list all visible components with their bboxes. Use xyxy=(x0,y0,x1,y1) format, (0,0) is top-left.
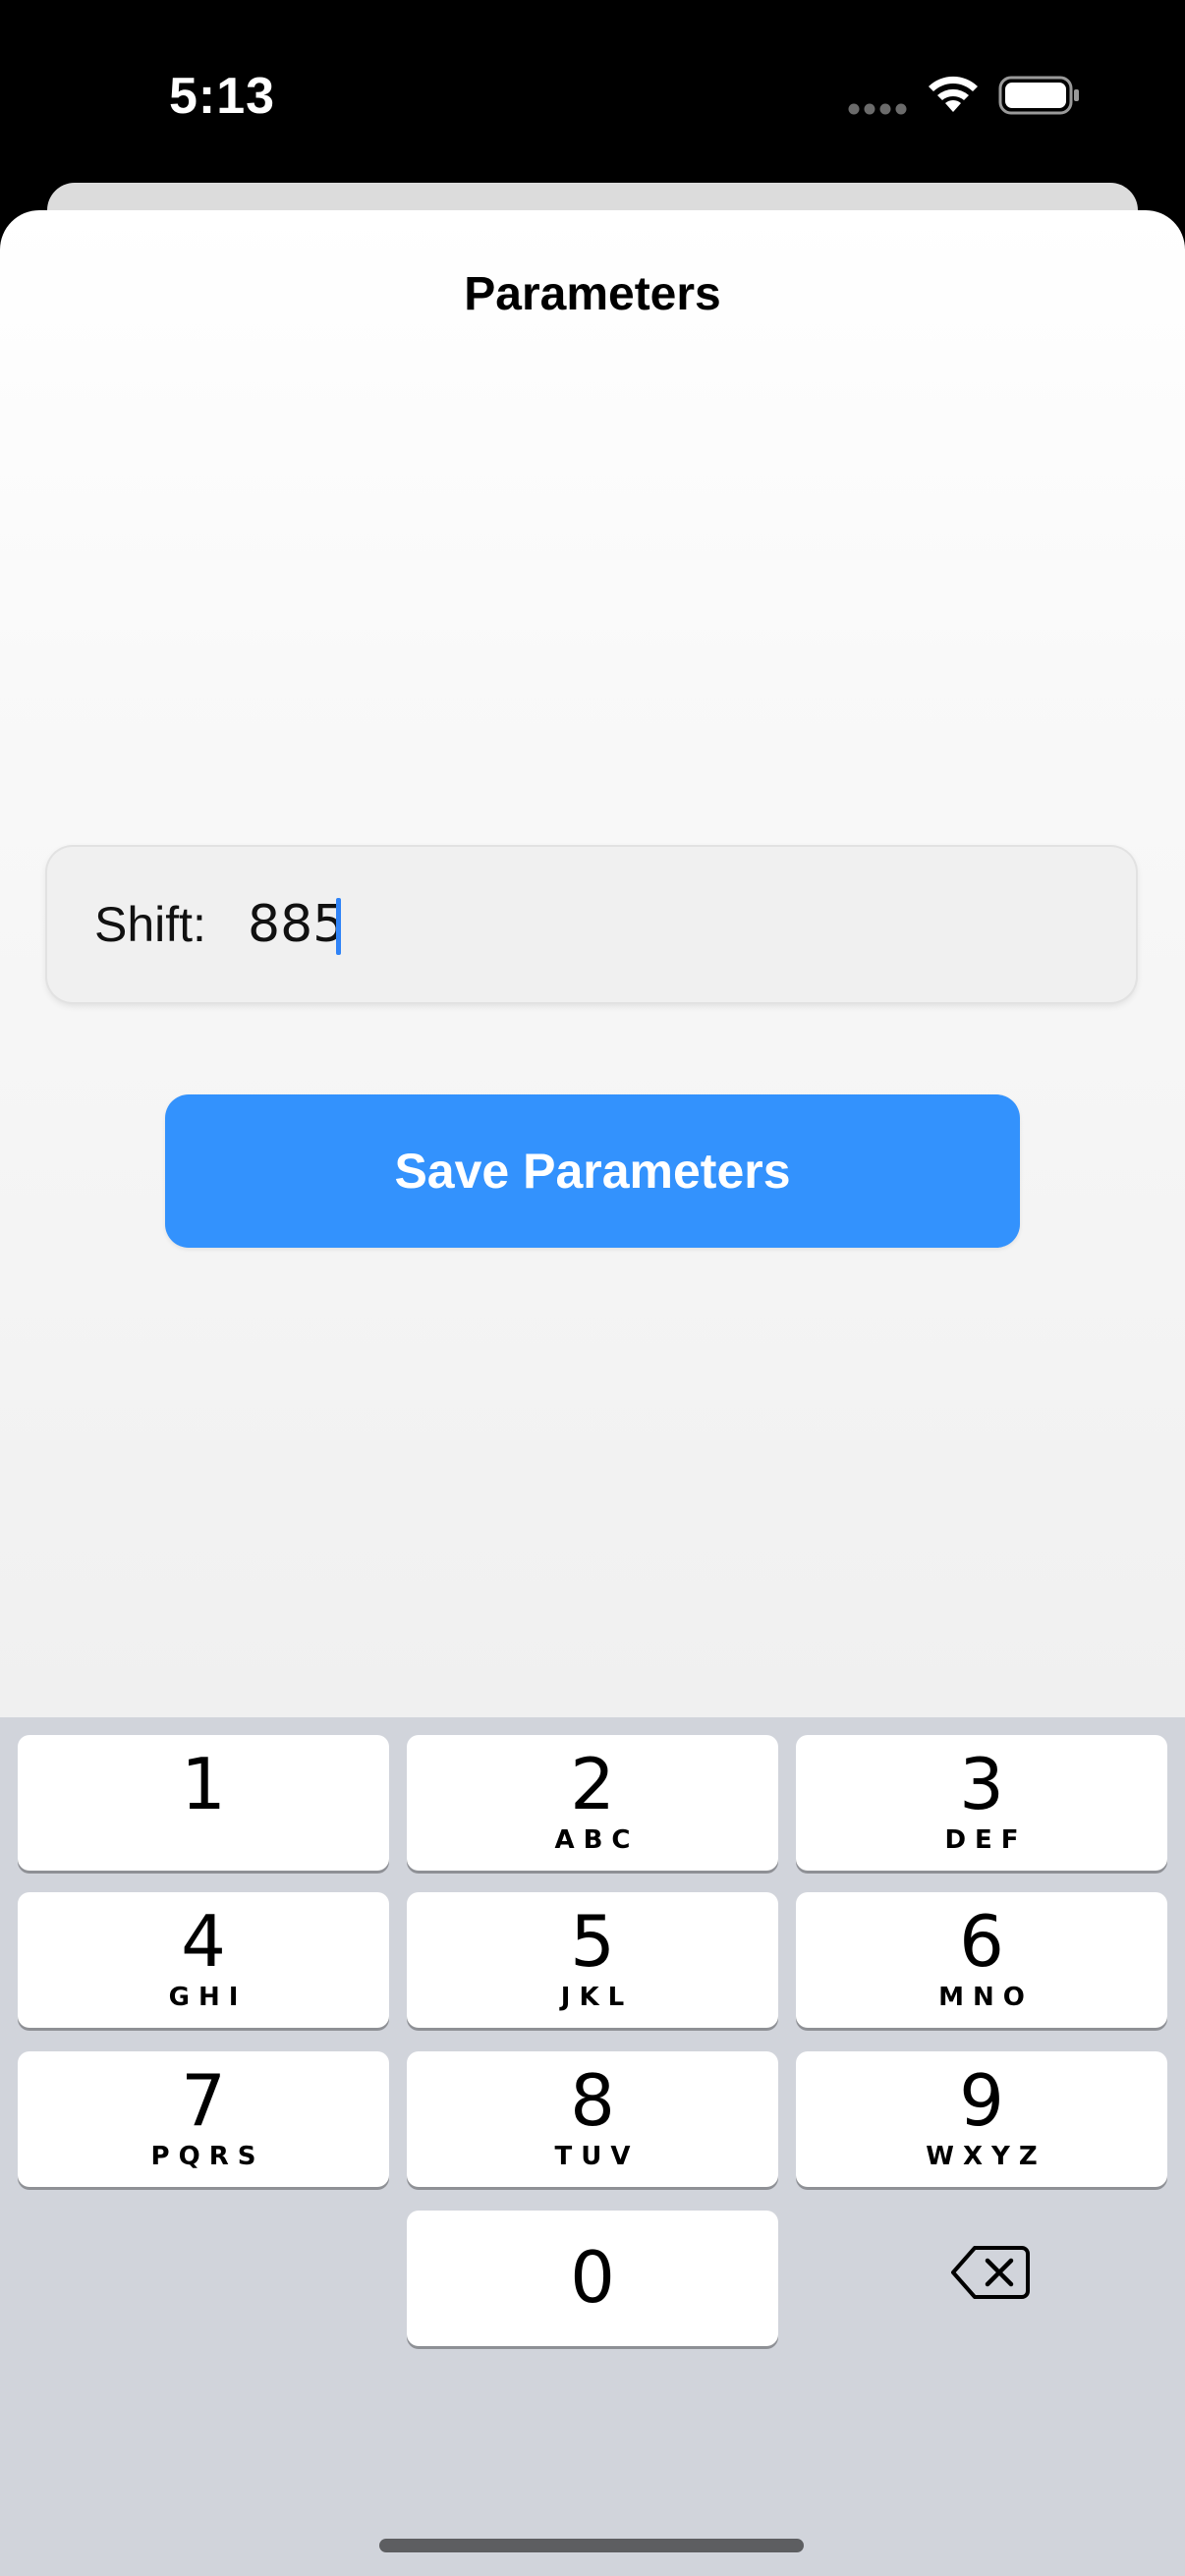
key-digit: 8 xyxy=(570,2059,615,2142)
numeric-keypad: 1 2 ABC 3 DEF 4 GHI 5 JKL 6 MNO 7 PQRS 8… xyxy=(0,1717,1185,2576)
shift-input[interactable]: 885 xyxy=(248,847,345,1002)
key-digit: 6 xyxy=(959,1900,1004,1983)
home-indicator[interactable] xyxy=(379,2539,804,2552)
key-letters: TUV xyxy=(554,2142,640,2171)
key-letters: JKL xyxy=(560,1983,634,2012)
key-7[interactable]: 7 PQRS xyxy=(18,2051,389,2187)
parameters-sheet: Parameters Shift: 885 Save Parameters xyxy=(0,210,1185,1729)
status-bar: 5:13 xyxy=(0,0,1185,187)
key-9[interactable]: 9 WXYZ xyxy=(796,2051,1167,2187)
key-8[interactable]: 8 TUV xyxy=(407,2051,778,2187)
key-digit: 5 xyxy=(570,1900,615,1983)
key-5[interactable]: 5 JKL xyxy=(407,1892,778,2028)
key-1[interactable]: 1 xyxy=(18,1735,389,1871)
shift-label: Shift: xyxy=(94,897,206,952)
signal-dots-icon xyxy=(848,103,907,115)
key-digit: 0 xyxy=(570,2236,615,2319)
key-digit: 1 xyxy=(181,1743,226,1825)
key-4[interactable]: 4 GHI xyxy=(18,1892,389,2028)
key-letters: DEF xyxy=(944,1825,1028,1855)
key-digit: 2 xyxy=(570,1743,615,1825)
battery-icon xyxy=(998,76,1079,115)
key-letters: PQRS xyxy=(150,2142,265,2171)
key-6[interactable]: 6 MNO xyxy=(796,1892,1167,2028)
key-letters: ABC xyxy=(554,1825,640,1855)
key-digit: 3 xyxy=(959,1743,1004,1825)
key-digit: 7 xyxy=(181,2059,226,2142)
key-digit: 9 xyxy=(959,2059,1004,2142)
wifi-icon xyxy=(929,76,978,112)
key-3[interactable]: 3 DEF xyxy=(796,1735,1167,1871)
key-letters: WXYZ xyxy=(926,2142,1046,2171)
key-letters: MNO xyxy=(938,1983,1034,2012)
key-digit: 4 xyxy=(181,1900,226,1983)
key-2[interactable]: 2 ABC xyxy=(407,1735,778,1871)
key-letters: GHI xyxy=(168,1983,248,2012)
status-time: 5:13 xyxy=(169,68,276,125)
key-0[interactable]: 0 xyxy=(407,2211,778,2346)
text-caret xyxy=(336,898,341,955)
save-parameters-button[interactable]: Save Parameters xyxy=(165,1094,1020,1248)
backspace-icon[interactable] xyxy=(949,2244,1032,2301)
shift-field[interactable]: Shift: 885 xyxy=(47,847,1136,1002)
sheet-title: Parameters xyxy=(464,268,721,320)
